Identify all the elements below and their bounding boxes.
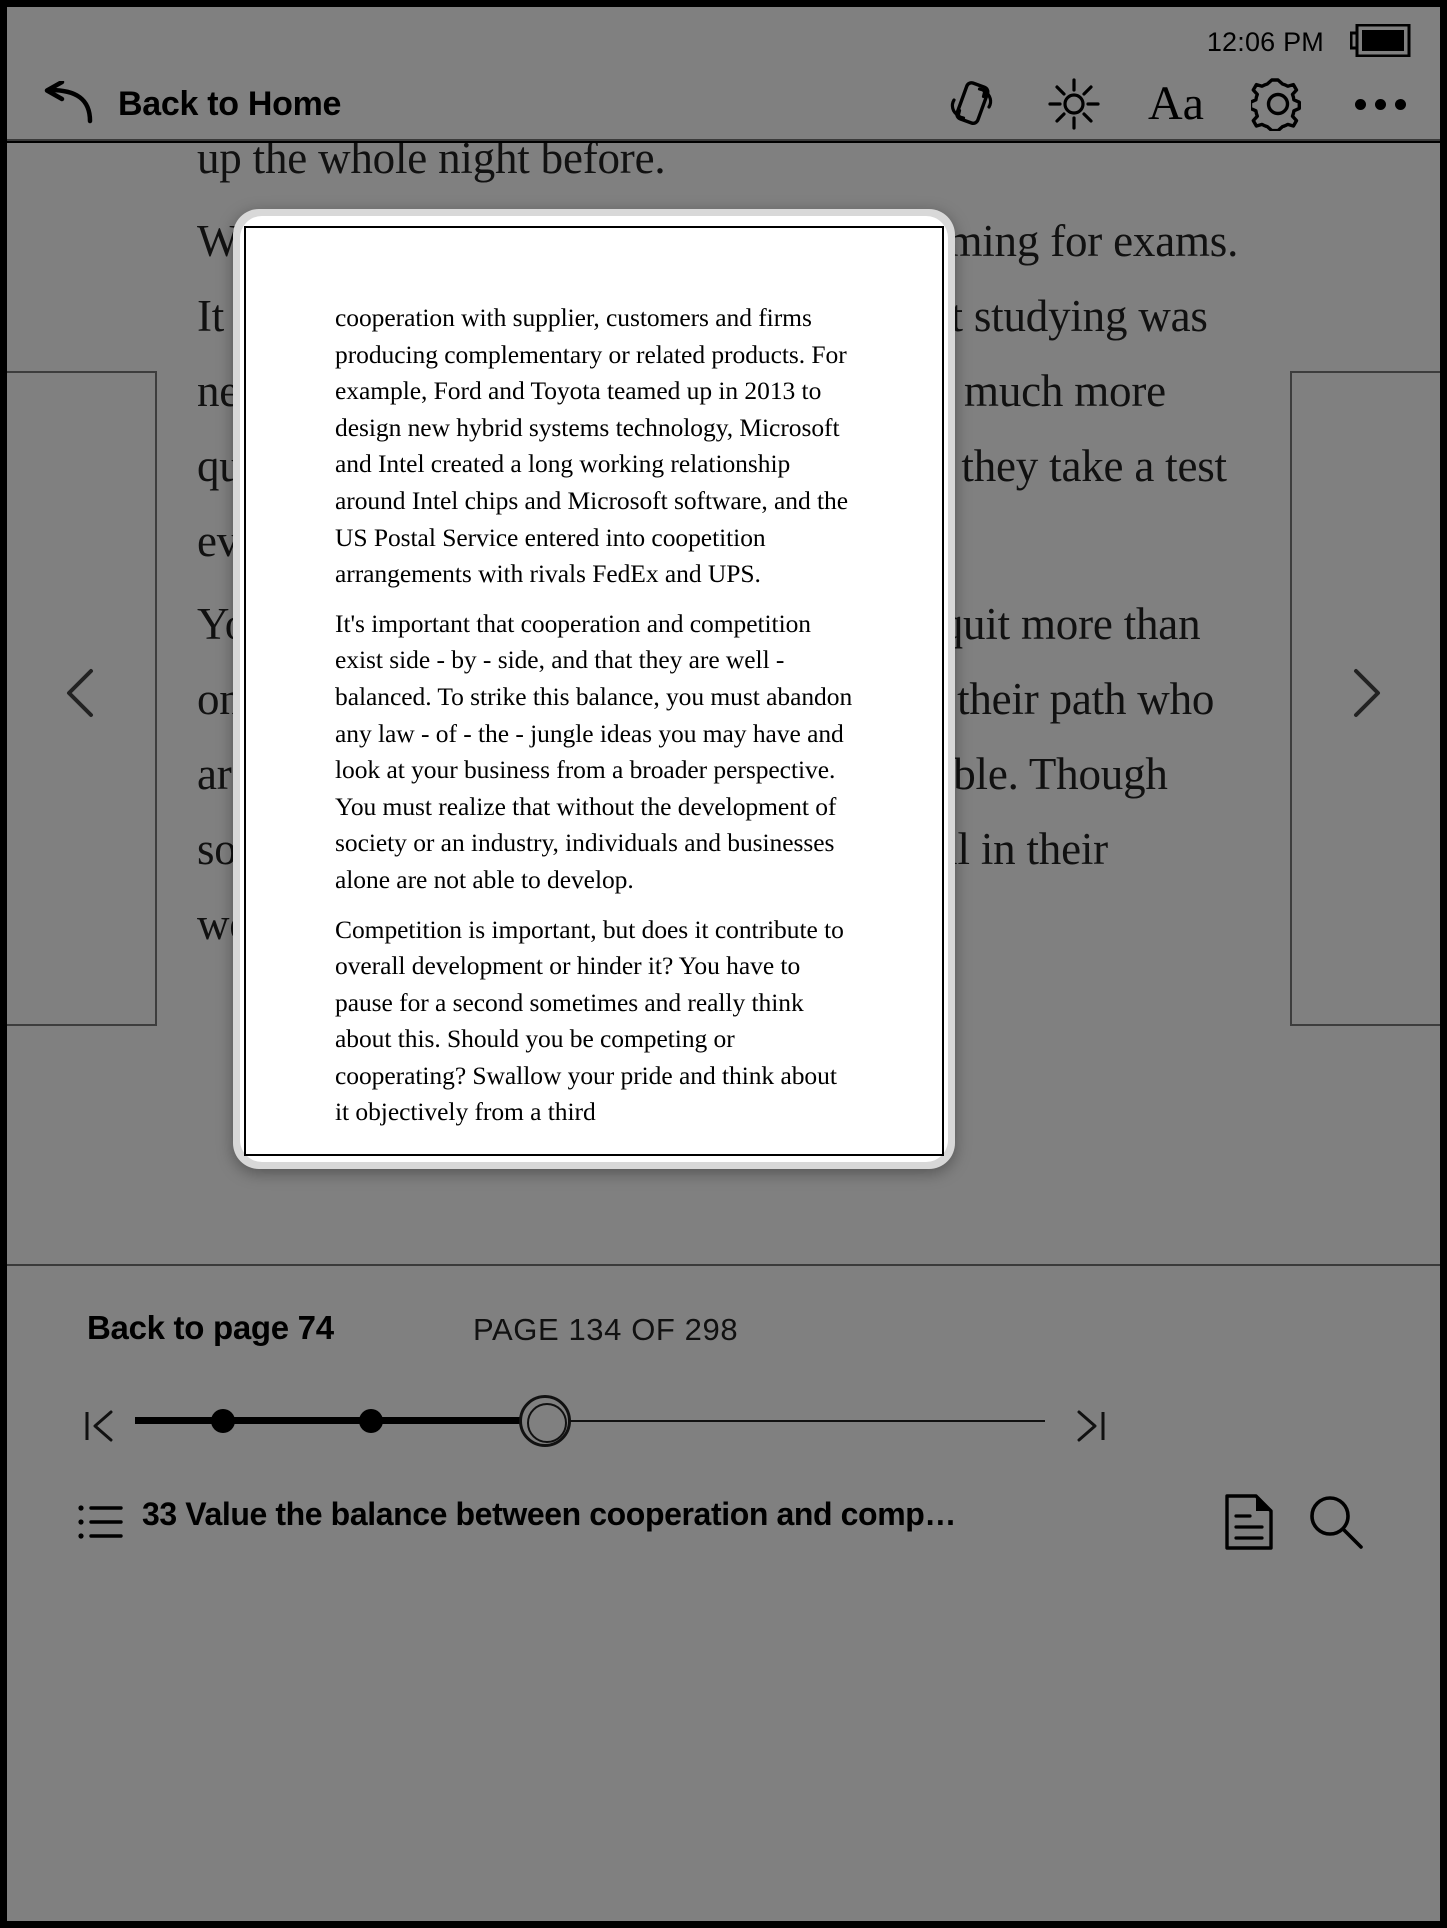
bottom-toolbar: Back to page 74 PAGE 134 OF 298 33 Value… (7, 1264, 1440, 1921)
brightness-icon[interactable] (1046, 74, 1102, 134)
back-arrow-icon (40, 81, 96, 127)
preview-paragraph: cooperation with supplier, customers and… (335, 303, 849, 589)
back-to-home-label: Back to Home (118, 84, 342, 123)
page-paragraph: up the whole night before. (197, 143, 666, 183)
settings-gear-icon[interactable] (1250, 74, 1306, 134)
next-page-chevron-icon[interactable] (1334, 663, 1394, 723)
page-preview-popup[interactable]: cooperation with supplier, customers and… (240, 216, 948, 1162)
jump-to-end-icon[interactable] (1067, 1404, 1111, 1448)
more-options-icon[interactable] (1352, 74, 1408, 134)
page-indicator: PAGE 134 OF 298 (473, 1312, 739, 1347)
preview-paragraph: It's important that cooperation and comp… (335, 608, 853, 894)
slider-bookmark-dot[interactable] (359, 1409, 383, 1433)
table-of-contents-icon[interactable] (77, 1501, 125, 1543)
font-size-icon[interactable]: Aa (1148, 74, 1204, 134)
document-icon[interactable] (1223, 1493, 1275, 1551)
back-to-page-button[interactable]: Back to page 74 (87, 1309, 334, 1347)
preview-paragraph: Competition is important, but does it co… (335, 914, 844, 1127)
chapter-title[interactable]: 33 Value the balance between cooperation… (142, 1496, 962, 1533)
previous-page-chevron-icon[interactable] (53, 663, 113, 723)
slider-progress-fill (135, 1417, 543, 1424)
slider-bookmark-dot[interactable] (211, 1409, 235, 1433)
preview-body-text: cooperation with supplier, customers and… (335, 300, 855, 1144)
ereader-device: 12:06 PM Back to Home Aa up the whole ni… (0, 0, 1447, 1928)
search-icon[interactable] (1307, 1493, 1365, 1551)
battery-icon (1350, 24, 1412, 57)
page-slider[interactable] (7, 1376, 1440, 1466)
jump-to-start-icon[interactable] (79, 1404, 123, 1448)
back-to-home-button[interactable]: Back to Home (40, 75, 341, 133)
chapter-row: 33 Value the balance between cooperation… (7, 1479, 1440, 1569)
font-size-label: Aa (1148, 77, 1204, 130)
toolbar-icon-group: Aa (944, 71, 1408, 137)
screen-rotation-icon[interactable] (944, 74, 1000, 134)
status-time: 12:06 PM (1206, 27, 1324, 57)
status-bar: 12:06 PM (7, 7, 1440, 67)
slider-handle[interactable] (519, 1395, 571, 1447)
top-toolbar: Back to Home Aa (7, 67, 1440, 141)
page-preview-content: cooperation with supplier, customers and… (244, 226, 944, 1156)
